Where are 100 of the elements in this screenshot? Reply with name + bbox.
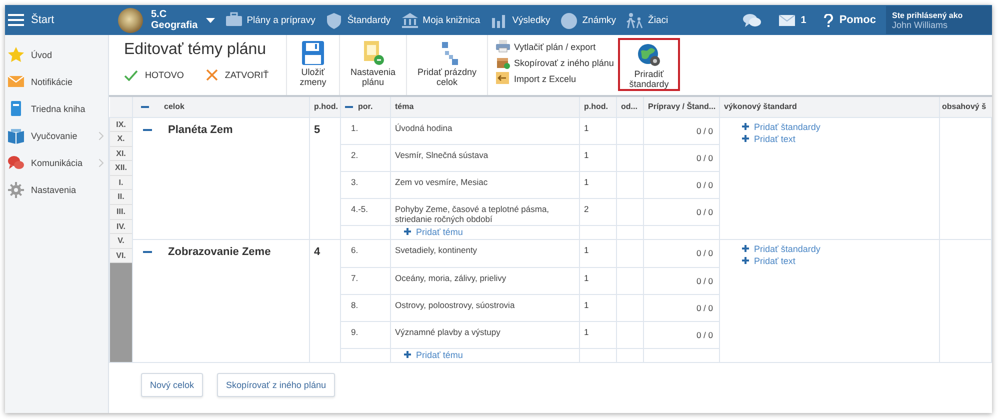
plus-icon: [404, 351, 411, 358]
column-header: p.hod.: [580, 97, 616, 117]
notebook-icon: [8, 100, 24, 116]
topic-cell: Svetadiely, kontinenty: [390, 239, 580, 267]
shield-icon: [325, 12, 344, 28]
nav-item[interactable]: Plány a prípravy: [224, 12, 316, 28]
toolbar-button[interactable]: Uložiť zmeny: [287, 35, 340, 95]
sidebar-item[interactable]: Triedna kniha: [5, 95, 108, 122]
open-book-icon: [8, 128, 24, 144]
hours-cell: 1: [580, 117, 616, 144]
unit-name: Planéta Zem: [168, 124, 233, 136]
sidebar-item[interactable]: Notifikácie: [5, 68, 108, 95]
user-label: Ste prihlásený ako: [892, 10, 964, 20]
chevron-right-icon: [99, 158, 104, 166]
assign-standards-button[interactable]: Priradiť štandardy: [618, 38, 680, 91]
menu-icon: [8, 14, 24, 26]
column-header: por.: [358, 102, 373, 112]
column-header: p.hod.: [310, 97, 340, 117]
unit-hours: 5: [310, 117, 340, 239]
messages-button[interactable]: 1: [778, 14, 806, 26]
column-header: výkonový štandard: [720, 97, 940, 117]
hours-cell: 1: [580, 267, 616, 294]
user-name: John Williams: [892, 20, 949, 30]
order-cell: 7.: [340, 267, 390, 294]
month-label[interactable]: IV.: [110, 220, 132, 234]
gear-icon: [8, 182, 24, 198]
month-label[interactable]: X.: [110, 132, 132, 147]
order-cell: 4.-5.: [340, 198, 390, 225]
month-label[interactable]: III.: [110, 205, 132, 220]
toolbar-button[interactable]: Nastavenia plánu: [340, 35, 407, 95]
subject-name: Geografia: [151, 20, 198, 31]
column-header: téma: [390, 97, 580, 117]
action-button[interactable]: Skopírovať z iného plánu: [217, 372, 335, 396]
nav-item[interactable]: Štandardy: [325, 12, 391, 28]
nav-item[interactable]: Známky: [560, 12, 616, 28]
walking-people-icon: [626, 12, 644, 28]
page-title: Editovať témy plánu: [124, 41, 268, 59]
help-button[interactable]: Pomoc: [824, 14, 876, 26]
hours-cell: 1: [580, 321, 616, 348]
close-button[interactable]: ZATVORIŤ: [206, 69, 269, 81]
collapse-icon: [141, 106, 149, 108]
globe-gear-icon: [636, 43, 661, 67]
topic-cell: Oceány, moria, zálivy, prielivy: [390, 267, 580, 294]
toolbar-link[interactable]: Import z Excelu: [496, 72, 614, 85]
document-settings-icon: [362, 41, 384, 65]
month-label[interactable]: V.: [110, 234, 132, 249]
preparations-cell: 0 / 0: [644, 117, 720, 144]
class-avatar: [118, 8, 143, 32]
add-link[interactable]: Pridať text: [742, 132, 939, 144]
hours-cell: 2: [580, 198, 616, 225]
class-name: 5.C: [151, 9, 168, 20]
nav-item[interactable]: Výsledky: [490, 12, 550, 28]
question-mark-icon: [824, 14, 834, 26]
order-cell: 9.: [340, 321, 390, 348]
month-label[interactable]: XII.: [110, 161, 132, 176]
month-label[interactable]: XI.: [110, 146, 132, 162]
preparations-cell: 0 / 0: [644, 239, 720, 267]
nav-item[interactable]: Moja knižnica: [400, 12, 480, 28]
unit-name: Zobrazovanie Zeme: [168, 246, 271, 258]
add-link[interactable]: Pridať štandardy: [742, 242, 939, 254]
printer-icon: [496, 40, 510, 53]
topic-cell: Ostrovy, poloostrovy, súostrovia: [390, 294, 580, 321]
sidebar-item[interactable]: Nastavenia: [5, 176, 108, 203]
column-header: obsahový š: [940, 97, 992, 117]
toolbar-button[interactable]: Pridať prázdny celok: [407, 35, 488, 95]
column-header: od...: [616, 97, 644, 117]
sidebar-item[interactable]: Komunikácia: [5, 149, 108, 176]
caret-icon: [206, 18, 215, 22]
sidebar-item[interactable]: Úvod: [5, 41, 108, 68]
collapse-icon: [345, 106, 353, 108]
hours-cell: 1: [580, 144, 616, 171]
order-cell: 1.: [340, 117, 390, 144]
close-icon: [206, 69, 218, 81]
toolbar-link[interactable]: Skopírovať z iného plánu: [496, 56, 614, 69]
building-icon: [400, 12, 419, 28]
order-cell: 8.: [340, 294, 390, 321]
month-label[interactable]: I.: [110, 176, 132, 190]
action-button[interactable]: Nový celok: [141, 372, 204, 396]
star-icon: [8, 46, 24, 62]
start-menu-button[interactable]: Štart: [5, 5, 110, 35]
briefcase-icon: [224, 12, 243, 28]
order-cell: 6.: [340, 239, 390, 267]
hours-cell: 1: [580, 294, 616, 321]
month-label[interactable]: II.: [110, 190, 132, 206]
envelope-icon: [8, 74, 24, 90]
chevron-right-icon: [99, 132, 104, 140]
done-button[interactable]: HOTOVO: [124, 69, 184, 81]
add-link[interactable]: Pridať text: [742, 254, 939, 266]
toolbar-link[interactable]: Vytlačiť plán / export: [496, 40, 614, 53]
chat-bubbles-icon: [8, 154, 24, 170]
add-link[interactable]: Pridať štandardy: [742, 120, 939, 132]
order-cell: 2.: [340, 144, 390, 171]
chat-button[interactable]: [742, 12, 761, 28]
sidebar-item[interactable]: Vyučovanie: [5, 122, 108, 149]
nav-item[interactable]: Žiaci: [626, 12, 668, 28]
topic-cell: Vesmír, Slnečná sústava: [390, 144, 580, 171]
month-label[interactable]: IX.: [110, 118, 132, 132]
chat-bubbles-icon: [742, 12, 761, 28]
class-selector[interactable]: 5.C Geografia: [118, 8, 215, 32]
topic-cell: Pohyby Zeme, časové a teplotné pásma, striedanie ročných období: [390, 198, 580, 225]
